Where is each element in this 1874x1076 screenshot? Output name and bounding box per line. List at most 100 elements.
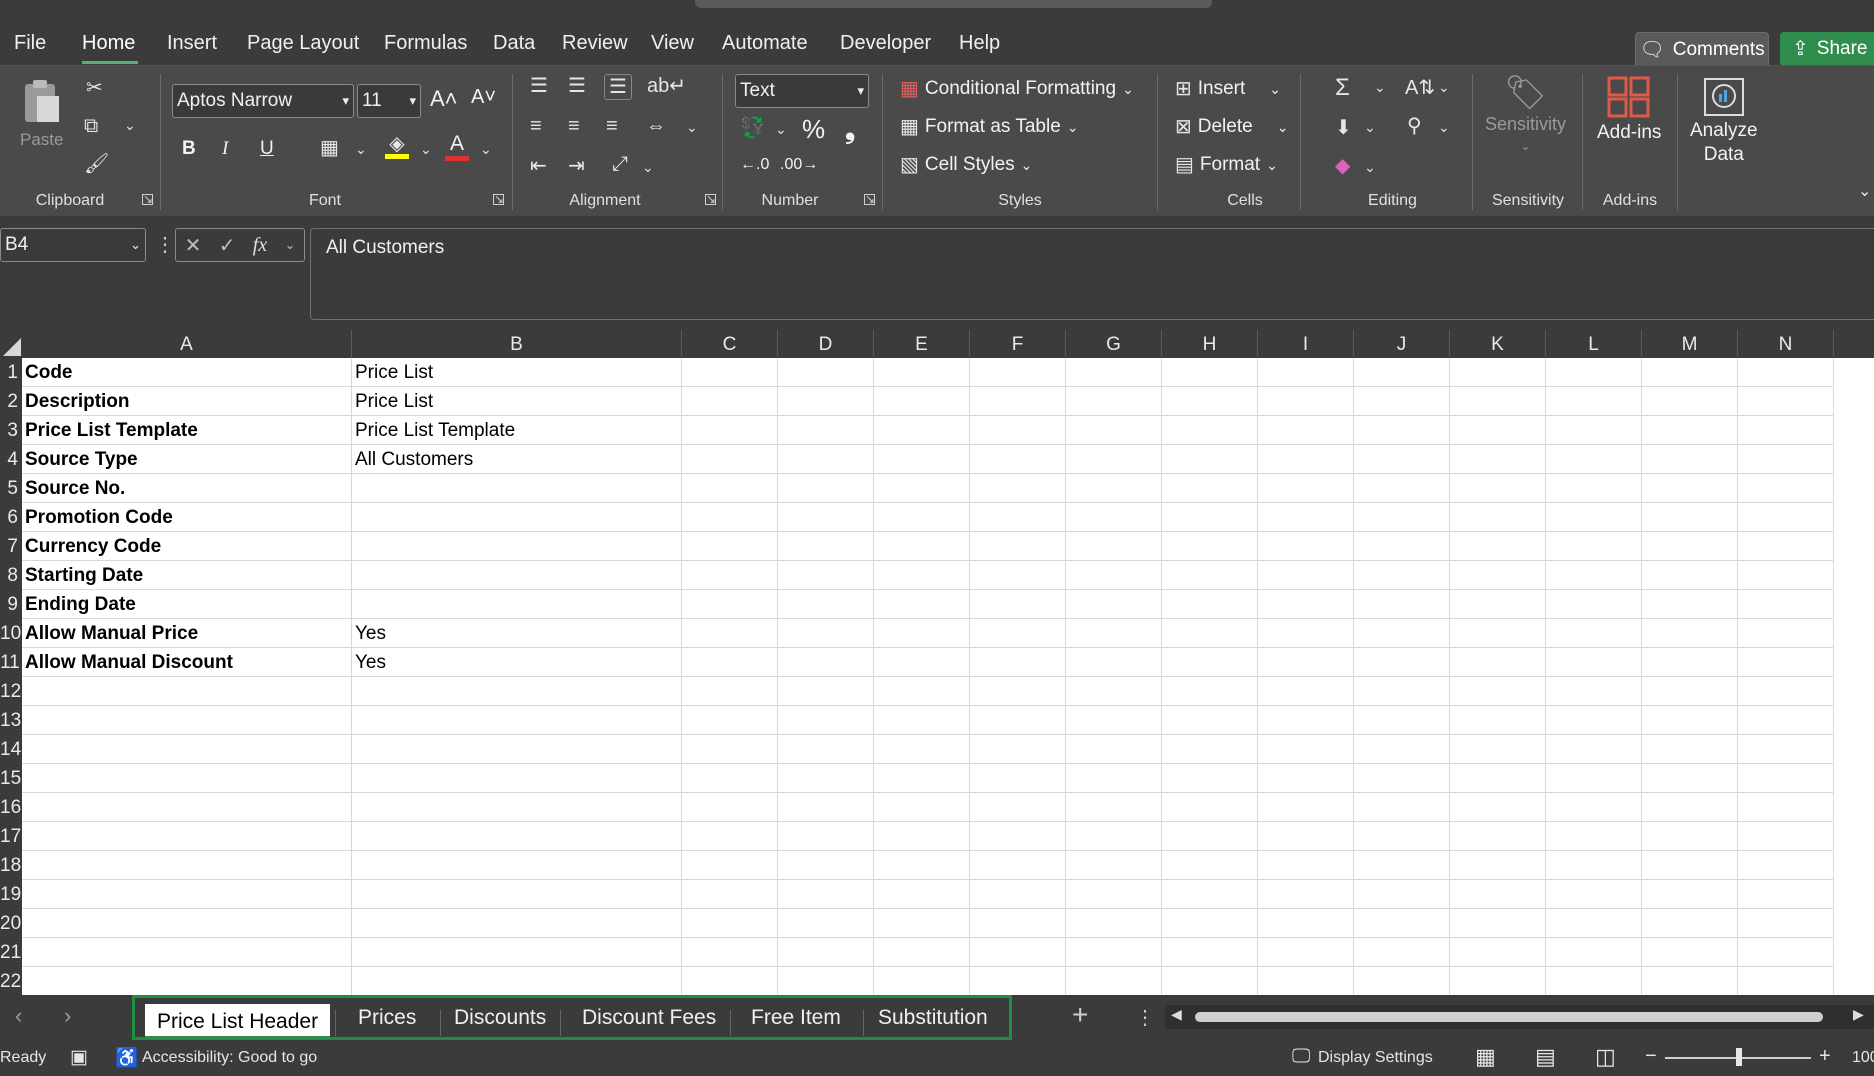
grid-cell[interactable] [874, 474, 970, 503]
grid-cell[interactable] [1642, 358, 1738, 387]
grid-cell[interactable] [352, 735, 682, 764]
grid-cell[interactable] [1258, 619, 1354, 648]
grid-cell[interactable] [1738, 474, 1834, 503]
grid-cell[interactable] [874, 387, 970, 416]
grid-cell[interactable] [352, 474, 682, 503]
grid-cell[interactable]: Yes [352, 619, 682, 648]
fill-color-button[interactable]: ◈ [385, 134, 409, 159]
row-header[interactable]: 6 [0, 503, 22, 532]
scroll-right-arrow-icon[interactable]: ▶ [1853, 1006, 1864, 1023]
grid-cell[interactable] [1258, 706, 1354, 735]
ribbon-collapse-chevron-icon[interactable]: ⌄ [1858, 184, 1871, 200]
grid-cell[interactable] [682, 909, 778, 938]
worksheet-grid[interactable]: ABCDEFGHIJKLMN 1 Code Price List 2 Descripti… [0, 330, 1874, 996]
grid-cell[interactable] [1066, 590, 1162, 619]
grid-cell[interactable] [682, 532, 778, 561]
copy-icon[interactable]: ⧉ [84, 116, 98, 136]
grid-cell[interactable] [1450, 474, 1546, 503]
grid-cell[interactable] [1066, 474, 1162, 503]
paste-button[interactable]: Paste [20, 78, 63, 150]
grid-cell[interactable] [874, 938, 970, 967]
grid-cell[interactable] [22, 764, 352, 793]
grid-cell[interactable] [1450, 822, 1546, 851]
grid-cell[interactable] [874, 677, 970, 706]
grid-cell[interactable] [352, 590, 682, 619]
grid-cell[interactable] [1162, 764, 1258, 793]
grid-cell[interactable] [1450, 967, 1546, 996]
format-painter-icon[interactable]: 🖌 [84, 154, 109, 174]
grid-cell[interactable] [682, 648, 778, 677]
grid-cell[interactable] [1066, 619, 1162, 648]
chevron-down-icon[interactable]: ⌄ [284, 237, 295, 253]
zoom-out-icon[interactable]: − [1645, 1045, 1657, 1068]
grid-cell[interactable] [1450, 387, 1546, 416]
tab-discounts[interactable]: Discounts [454, 1006, 546, 1030]
grid-cell[interactable] [1738, 561, 1834, 590]
cell-styles-button[interactable]: ▧ Cell Styles ⌄ [900, 154, 1032, 176]
grid-cell[interactable] [1738, 648, 1834, 677]
font-launcher-icon[interactable]: ↘ [493, 193, 504, 205]
grid-cell[interactable] [1162, 880, 1258, 909]
grid-cell[interactable] [1738, 793, 1834, 822]
grid-cell[interactable] [778, 445, 874, 474]
grid-cell[interactable] [1354, 416, 1450, 445]
page-break-view-icon[interactable]: ◫ [1595, 1044, 1616, 1070]
grid-cell[interactable] [778, 909, 874, 938]
grid-cell[interactable] [1162, 561, 1258, 590]
tab-prices[interactable]: Prices [358, 1006, 416, 1030]
bold-button[interactable]: B [182, 138, 196, 160]
grid-cell[interactable] [1066, 880, 1162, 909]
grid-cell[interactable] [1546, 880, 1642, 909]
find-select-icon[interactable]: ⚲ [1407, 116, 1422, 136]
grid-cell[interactable] [874, 358, 970, 387]
grid-cell[interactable] [1642, 532, 1738, 561]
grid-cell[interactable] [22, 909, 352, 938]
grid-cell[interactable] [1162, 358, 1258, 387]
grid-cell[interactable] [1258, 909, 1354, 938]
grid-cell[interactable] [1066, 445, 1162, 474]
grid-cell[interactable] [1642, 764, 1738, 793]
grid-cell[interactable] [1450, 532, 1546, 561]
grid-cell[interactable] [1162, 532, 1258, 561]
grid-cell[interactable] [1162, 706, 1258, 735]
clipboard-launcher-icon[interactable]: ↘ [142, 193, 153, 205]
column-header[interactable]: L [1546, 330, 1642, 358]
grid-cell[interactable] [970, 416, 1066, 445]
column-header[interactable]: N [1738, 330, 1834, 358]
grid-cell[interactable] [778, 851, 874, 880]
grid-cell[interactable] [1450, 445, 1546, 474]
grid-cell[interactable] [1066, 416, 1162, 445]
share-button[interactable]: ⇪ Share [1780, 32, 1874, 66]
grid-cell[interactable] [1738, 619, 1834, 648]
grid-cell[interactable] [1162, 648, 1258, 677]
zoom-in-icon[interactable]: + [1819, 1045, 1831, 1068]
orientation-chevron-icon[interactable]: ⌄ [642, 160, 654, 174]
grid-cell[interactable] [1450, 938, 1546, 967]
grid-cell[interactable] [1162, 938, 1258, 967]
horizontal-scrollbar[interactable]: ◀ ▶ [1165, 1005, 1874, 1029]
grid-cell[interactable] [970, 735, 1066, 764]
grid-cell[interactable] [1066, 648, 1162, 677]
grid-cell[interactable] [1354, 532, 1450, 561]
grid-cell[interactable] [22, 851, 352, 880]
row-header[interactable]: 12 [0, 677, 22, 706]
row-header[interactable]: 4 [0, 445, 22, 474]
scrollbar-thumb[interactable] [1195, 1012, 1823, 1022]
grid-cell[interactable] [874, 503, 970, 532]
insert-function-icon[interactable]: fx [253, 234, 267, 257]
grid-cell[interactable] [1546, 677, 1642, 706]
insert-cells-button[interactable]: ⊞ Insert ⌄ [1175, 78, 1281, 100]
menu-view[interactable]: View [651, 32, 694, 55]
column-header[interactable]: E [874, 330, 970, 358]
grid-cell[interactable] [1738, 967, 1834, 996]
grid-cell[interactable] [778, 735, 874, 764]
menu-home[interactable]: Home [82, 32, 135, 55]
grid-cell[interactable] [778, 590, 874, 619]
grid-cell[interactable] [874, 822, 970, 851]
row-header[interactable]: 13 [0, 706, 22, 735]
grid-cell[interactable] [1738, 503, 1834, 532]
grid-cell[interactable] [778, 648, 874, 677]
grid-cell[interactable] [1738, 532, 1834, 561]
grid-cell[interactable] [778, 416, 874, 445]
grid-cell[interactable] [874, 619, 970, 648]
